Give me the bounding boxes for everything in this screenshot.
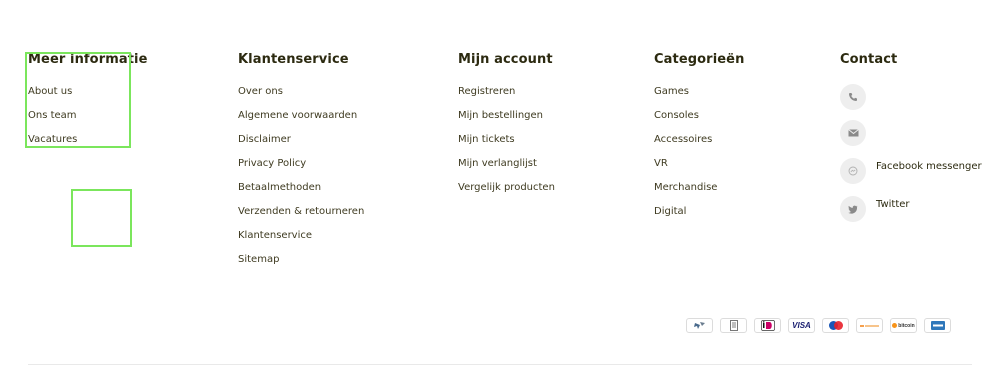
list-item: Digital [654,206,744,218]
column-title: Mijn account [458,52,553,67]
list-item: Mijn verlanglijst [458,158,555,170]
list-item: Registreren [458,86,555,98]
maestro-icon [822,318,849,333]
footer-link[interactable]: Betaalmethoden [238,182,321,193]
phone-icon[interactable] [840,84,866,110]
link-list: Over ons Algemene voorwaarden Disclaimer… [238,86,364,266]
footer-link[interactable]: Sitemap [238,254,279,265]
mail-icon[interactable] [840,120,866,146]
list-item: Algemene voorwaarden [238,110,364,122]
footer-column-mijn-account: Mijn account Registreren Mijn bestelling… [458,52,555,206]
footer-link[interactable]: Registreren [458,86,515,97]
bitcoin-icon: bitcoin [890,318,917,333]
list-item: Games [654,86,744,98]
messenger-label[interactable]: Facebook messenger [876,161,982,172]
column-title: Meer informatie [28,52,148,67]
footer-divider [28,364,972,365]
footer-link-ons-team[interactable]: Ons team [28,110,77,121]
list-item: Mijn bestellingen [458,110,555,122]
ideal-icon [754,318,781,333]
footer-link[interactable]: Vergelijk producten [458,182,555,193]
highlight-box [71,189,132,247]
column-title: Contact [840,52,898,67]
link-list: About us Ons team Vacatures [28,86,148,146]
list-item: Accessoires [654,134,744,146]
footer-link[interactable]: Digital [654,206,686,217]
list-item: Verzenden & retourneren [238,206,364,218]
list-item: Ons team [28,110,148,122]
list-item: Disclaimer [238,134,364,146]
contact-mail[interactable] [840,120,866,146]
footer-link[interactable]: Games [654,86,689,97]
list-item: Merchandise [654,182,744,194]
footer-link[interactable]: Accessoires [654,134,712,145]
bitcoin-label: bitcoin [898,322,915,329]
postnl-icon [686,318,713,333]
list-item: Betaalmethoden [238,182,364,194]
footer-link[interactable]: Merchandise [654,182,717,193]
list-item: Over ons [238,86,364,98]
list-item: Mijn tickets [458,134,555,146]
payment-methods: VISA bitcoin [686,318,951,333]
footer-link-about-us[interactable]: About us [28,86,72,97]
afterpay-icon [856,318,883,333]
footer-link[interactable]: Disclaimer [238,134,291,145]
contact-messenger[interactable]: Facebook messenger [840,158,982,184]
list-item: Sitemap [238,254,364,266]
list-item: Privacy Policy [238,158,364,170]
list-item: VR [654,158,744,170]
list-item: Vacatures [28,134,148,146]
footer-column-categorieen: Categorieën Games Consoles Accessoires V… [654,52,744,230]
visa-label: VISA [792,321,811,330]
link-list: Games Consoles Accessoires VR Merchandis… [654,86,744,218]
column-title: Klantenservice [238,52,349,67]
amex-icon [924,318,951,333]
footer-link[interactable]: Consoles [654,110,699,121]
footer-link[interactable]: Mijn tickets [458,134,515,145]
footer-link[interactable]: Verzenden & retourneren [238,206,364,217]
footer-column-meer-informatie: Meer informatie About us Ons team Vacatu… [28,52,148,158]
footer-link[interactable]: Algemene voorwaarden [238,110,357,121]
contact-phone[interactable] [840,84,866,110]
footer-column-klantenservice: Klantenservice Over ons Algemene voorwaa… [238,52,364,278]
messenger-icon[interactable] [840,158,866,184]
footer-link-vacatures[interactable]: Vacatures [28,134,77,145]
list-item: About us [28,86,148,98]
footer-link[interactable]: Over ons [238,86,283,97]
visa-icon: VISA [788,318,815,333]
footer-link[interactable]: Mijn verlanglijst [458,158,537,169]
list-item: Vergelijk producten [458,182,555,194]
footer-link[interactable]: Privacy Policy [238,158,306,169]
invoice-icon [720,318,747,333]
twitter-icon[interactable] [840,196,866,222]
link-list: Registreren Mijn bestellingen Mijn ticke… [458,86,555,194]
footer-link[interactable]: Mijn bestellingen [458,110,543,121]
list-item: Consoles [654,110,744,122]
twitter-label[interactable]: Twitter [876,199,910,210]
contact-twitter[interactable]: Twitter [840,196,910,222]
list-item: Klantenservice [238,230,364,242]
footer-column-contact: Contact Facebook messenger Twitter [840,52,990,242]
footer-link[interactable]: Klantenservice [238,230,312,241]
column-title: Categorieën [654,52,745,67]
footer-link[interactable]: VR [654,158,668,169]
